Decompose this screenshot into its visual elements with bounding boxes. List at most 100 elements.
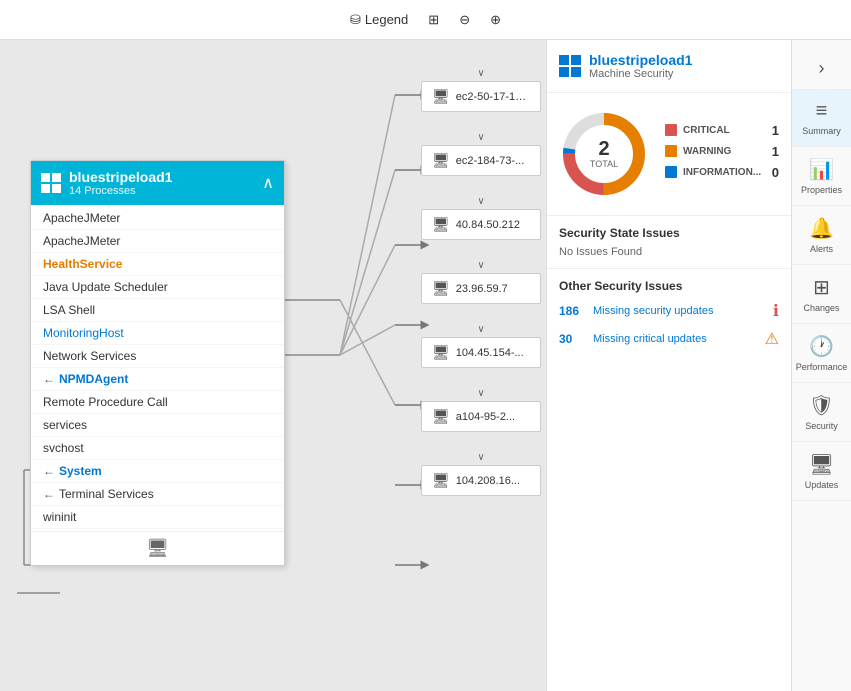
remote-node-label: ec2-50-17-19... [456,91,530,103]
remote-node-4[interactable]: 🖥 23.96.59.7 [421,273,541,304]
issue-count-1: 186 [559,304,587,318]
list-item[interactable]: Remote Procedure Call [31,391,284,414]
remote-group-5: ∨ 🖥 104.45.154-... [421,324,541,376]
issue-row-critical-updates[interactable]: 30 Missing critical updates ⚠ [559,329,779,349]
list-item[interactable]: services [31,414,284,437]
node-footer: 🖥 [31,531,284,565]
nav-label-performance: Performance [796,362,848,372]
windows-logo-icon [559,55,581,77]
remote-node-3[interactable]: 🖥 40.84.50.212 [421,209,541,240]
nav-item-summary[interactable]: ≡ Summary [792,90,851,147]
toolbar: ⛁ Legend ⊞ ⊖ ⊕ [0,0,851,40]
nav-label-alerts: Alerts [810,244,833,254]
nav-item-changes[interactable]: ⊞ Changes [792,265,851,324]
list-item[interactable]: wininit [31,506,284,529]
zoom-out-button[interactable]: ⊖ [459,12,470,28]
right-panel-header: bluestripeload1 Machine Security [547,40,791,93]
nav-item-properties[interactable]: 📊 Properties [792,147,851,206]
expand-icon-5[interactable]: ∨ [421,324,541,335]
list-item-terminal[interactable]: ←Terminal Services [31,483,284,506]
other-issues-title: Other Security Issues [559,279,779,293]
security-state-title: Security State Issues [559,226,779,240]
remote-node-1[interactable]: 🖥 ec2-50-17-19... [421,81,541,112]
right-panel-title-group: bluestripeload1 Machine Security [589,52,692,80]
warning-count: 1 [772,144,779,159]
list-item[interactable]: Network Services [31,345,284,368]
changes-icon: ⊞ [813,275,830,300]
list-item[interactable]: ApacheJMeter [31,207,284,230]
remote-group-2: ∨ 🖥 ec2-184-73-... [421,132,541,184]
monitor-icon: 🖥 [146,538,169,558]
node-process-list: ApacheJMeter ApacheJMeter HealthService … [31,205,284,531]
warning-label: WARNING [683,146,731,157]
remote-nodes-container: ∨ 🖥 ec2-50-17-19... ∨ 🖥 ec2-184-73-... ∨… [421,68,541,516]
legend-button[interactable]: ⛁ Legend [350,12,408,28]
canvas-area[interactable]: bluestripeload1 14 Processes ∧ ApacheJMe… [0,40,546,691]
list-item[interactable]: Java Update Scheduler [31,276,284,299]
legend-icon: ⛁ [350,12,361,28]
grid-icon: ⊞ [428,12,439,28]
remote-node-6[interactable]: 🖥 a104-95-2... [421,401,541,432]
list-item[interactable]: ApacheJMeter [31,230,284,253]
grid-button[interactable]: ⊞ [428,12,439,28]
expand-icon-2[interactable]: ∨ [421,132,541,143]
info-label: INFORMATION... [683,167,761,178]
list-item[interactable]: MonitoringHost [31,322,284,345]
monitor-icon: 🖥 [432,280,450,297]
zoom-in-icon: ⊕ [490,12,501,28]
warning-issue-icon: ⚠ [765,329,779,349]
expand-icon-4[interactable]: ∨ [421,260,541,271]
summary-icon: ≡ [816,100,828,123]
critical-count: 1 [772,123,779,138]
donut-legend: CRITICAL 1 WARNING 1 INFORMATION... 0 [665,123,779,186]
collapse-button[interactable]: ∧ [262,173,274,193]
remote-node-label: 104.208.16... [456,475,520,487]
side-nav-chevron-right[interactable]: › [792,48,851,90]
security-state-section: Security State Issues No Issues Found [547,216,791,269]
expand-icon-1[interactable]: ∨ [421,68,541,79]
list-item[interactable]: HealthService [31,253,284,276]
expand-icon-7[interactable]: ∨ [421,452,541,463]
nav-item-security[interactable]: 🛡 Security [792,383,851,442]
zoom-in-button[interactable]: ⊕ [490,12,501,28]
remote-node-label: 40.84.50.212 [456,219,520,231]
remote-node-label: 104.45.154-... [456,347,524,359]
right-panel-title: bluestripeload1 [589,52,692,68]
nav-item-updates[interactable]: 🖥 Updates [792,442,851,501]
nav-label-summary: Summary [802,126,841,136]
remote-node-7[interactable]: 🖥 104.208.16... [421,465,541,496]
expand-icon-3[interactable]: ∨ [421,196,541,207]
donut-total-number: 2 [590,139,618,159]
performance-icon: 🕐 [809,334,834,359]
expand-icon-6[interactable]: ∨ [421,388,541,399]
info-count: 0 [772,165,779,180]
zoom-out-icon: ⊖ [459,12,470,28]
legend-label: Legend [365,12,408,27]
windows-logo-icon [41,173,61,193]
node-subtitle: 14 Processes [69,185,172,197]
main-node-card: bluestripeload1 14 Processes ∧ ApacheJMe… [30,160,285,566]
donut-section: 2 TOTAL CRITICAL 1 WARNING 1 INFORMATIO [547,93,791,216]
donut-total-label: TOTAL [590,159,618,169]
list-item-npmdagent[interactable]: ←NPMDAgent [31,368,284,391]
remote-node-2[interactable]: 🖥 ec2-184-73-... [421,145,541,176]
node-title: bluestripeload1 [69,169,172,185]
monitor-icon: 🖥 [432,152,450,169]
alerts-icon: 🔔 [809,216,834,241]
nav-item-alerts[interactable]: 🔔 Alerts [792,206,851,265]
nav-label-properties: Properties [801,185,842,195]
warning-color [665,145,677,157]
list-item[interactable]: LSA Shell [31,299,284,322]
list-item-system[interactable]: ←System [31,460,284,483]
donut-chart: 2 TOTAL [559,109,649,199]
updates-icon: 🖥 [809,452,834,477]
list-item[interactable]: svchost [31,437,284,460]
nav-item-performance[interactable]: 🕐 Performance [792,324,851,383]
remote-node-label: 23.96.59.7 [456,283,508,295]
nav-label-updates: Updates [805,480,839,490]
chevron-right-icon: › [819,58,825,79]
critical-color [665,124,677,136]
issue-row-missing-updates[interactable]: 186 Missing security updates ℹ [559,301,779,321]
remote-group-7: ∨ 🖥 104.208.16... [421,452,541,504]
remote-node-5[interactable]: 🖥 104.45.154-... [421,337,541,368]
